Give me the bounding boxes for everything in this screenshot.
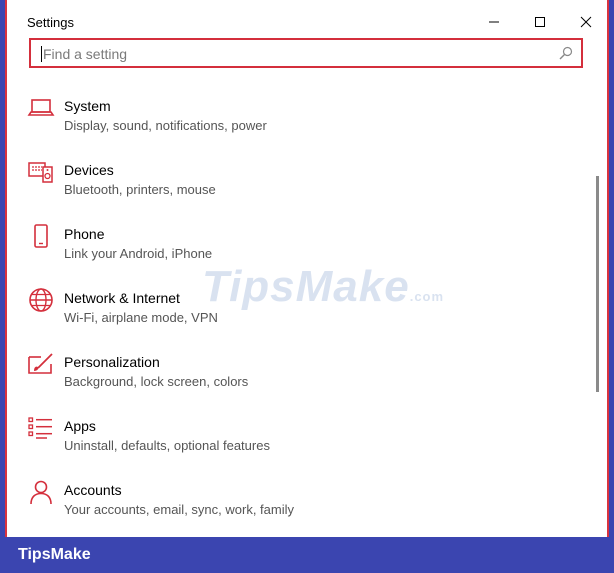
category-name: Devices — [64, 162, 114, 178]
window-border-left — [5, 0, 7, 537]
category-description: Uninstall, defaults, optional features — [64, 438, 270, 453]
maximize-button[interactable] — [520, 8, 560, 36]
category-description: Background, lock screen, colors — [64, 374, 249, 389]
category-accounts[interactable]: Accounts Your accounts, email, sync, wor… — [7, 474, 587, 538]
search-box[interactable] — [29, 38, 583, 68]
category-description: Link your Android, iPhone — [64, 246, 213, 261]
settings-category-list: System Display, sound, notifications, po… — [7, 90, 597, 538]
category-name: Apps — [64, 418, 96, 434]
close-icon — [580, 16, 592, 28]
search-input[interactable] — [43, 43, 543, 65]
minimize-icon — [489, 21, 499, 23]
phone-icon — [34, 224, 48, 248]
laptop-icon — [27, 99, 55, 116]
category-description: Bluetooth, printers, mouse — [64, 182, 216, 197]
category-devices[interactable]: Devices Bluetooth, printers, mouse — [7, 154, 587, 218]
category-name: System — [64, 98, 111, 114]
category-name: Phone — [64, 226, 105, 242]
paintbrush-icon — [28, 353, 53, 374]
search-icon[interactable] — [559, 46, 573, 60]
scrollbar-thumb[interactable] — [596, 176, 599, 392]
category-description: Your accounts, email, sync, work, family — [64, 502, 294, 517]
close-button[interactable] — [566, 8, 606, 36]
settings-window: Settings System Display, sound, notifica… — [7, 0, 607, 537]
apps-list-icon — [28, 417, 52, 439]
window-border-right — [607, 0, 609, 537]
globe-icon — [29, 288, 53, 312]
category-name: Accounts — [64, 482, 122, 498]
category-description: Wi-Fi, airplane mode, VPN — [64, 310, 218, 325]
category-description: Display, sound, notifications, power — [64, 118, 267, 133]
footer-brand: TipsMake — [18, 546, 91, 563]
text-caret — [41, 46, 42, 62]
category-apps[interactable]: Apps Uninstall, defaults, optional featu… — [7, 410, 587, 474]
watermark: TipsMake.com — [202, 262, 444, 312]
category-name: Network & Internet — [64, 290, 180, 306]
watermark-main: TipsMake — [202, 262, 410, 311]
category-name: Personalization — [64, 354, 160, 370]
category-system[interactable]: System Display, sound, notifications, po… — [7, 90, 587, 154]
title-bar[interactable]: Settings — [7, 0, 607, 40]
watermark-suffix: .com — [409, 289, 445, 304]
person-icon — [30, 480, 52, 505]
devices-icon — [28, 162, 53, 183]
category-personalization[interactable]: Personalization Background, lock screen,… — [7, 346, 587, 410]
footer-bar: TipsMake — [0, 537, 614, 573]
window-title: Settings — [27, 15, 74, 30]
minimize-button[interactable] — [474, 8, 514, 36]
maximize-icon — [535, 17, 545, 27]
